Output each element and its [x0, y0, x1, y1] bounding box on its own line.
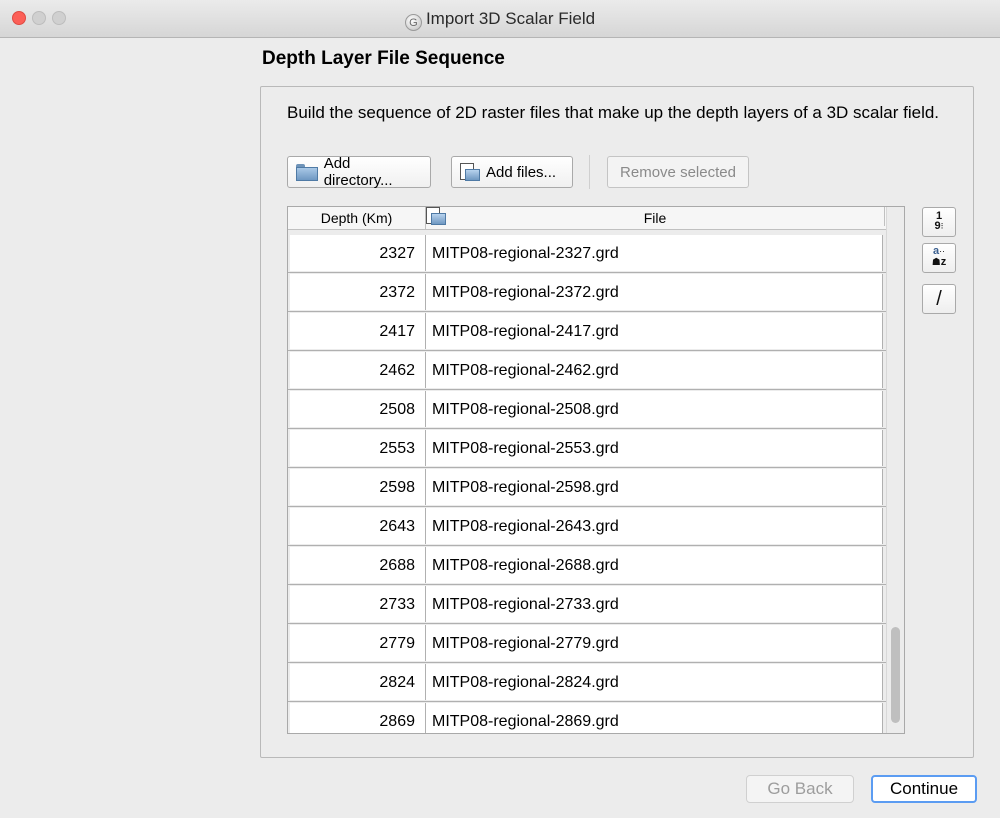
remove-selected-button[interactable]: Remove selected — [607, 156, 749, 188]
table-row[interactable]: 2779 MITP08-regional-2779.grd — [288, 624, 886, 663]
table-rows: 2327 MITP08-regional-2327.grd 2372 MITP08-r… — [288, 234, 886, 733]
sort-numeric-button[interactable]: 1 9⁝ — [922, 207, 956, 237]
sort-alphabetical-button[interactable]: a·· ☗z — [922, 243, 956, 273]
sort-alphabetical-icon: a·· ☗z — [931, 245, 947, 269]
depth-cell[interactable]: 2372 — [290, 274, 426, 310]
edit-button[interactable]: / — [922, 284, 956, 314]
table-vertical-scrollbar[interactable] — [886, 207, 904, 733]
table-row[interactable]: 2643 MITP08-regional-2643.grd — [288, 507, 886, 546]
file-cell[interactable]: MITP08-regional-2462.grd — [426, 352, 883, 388]
table-row[interactable]: 2553 MITP08-regional-2553.grd — [288, 429, 886, 468]
sort-numeric-icon: 1 9⁝ — [934, 210, 944, 232]
column-header-depth[interactable]: Depth (Km) — [288, 207, 426, 229]
go-back-button[interactable]: Go Back — [746, 775, 854, 803]
file-cell[interactable]: MITP08-regional-2688.grd — [426, 547, 883, 583]
file-cell[interactable]: MITP08-regional-2417.grd — [426, 313, 883, 349]
table-row[interactable]: 2869 MITP08-regional-2869.grd — [288, 702, 886, 733]
depth-cell[interactable]: 2733 — [290, 586, 426, 622]
table-row[interactable]: 2688 MITP08-regional-2688.grd — [288, 546, 886, 585]
depth-cell[interactable]: 2869 — [290, 703, 426, 733]
file-cell[interactable]: MITP08-regional-2779.grd — [426, 625, 883, 661]
file-cell[interactable]: MITP08-regional-2327.grd — [426, 235, 883, 271]
toolbar-separator — [589, 155, 590, 189]
add-files-button[interactable]: Add files... — [451, 156, 573, 188]
window-title: G Import 3D Scalar Field — [0, 9, 1000, 31]
file-cell[interactable]: MITP08-regional-2824.grd — [426, 664, 883, 700]
file-cell[interactable]: MITP08-regional-2869.grd — [426, 703, 883, 733]
window-title-text: Import 3D Scalar Field — [425, 9, 596, 28]
page-description: Build the sequence of 2D raster files th… — [287, 103, 940, 122]
column-header-file[interactable]: File — [426, 207, 885, 226]
depth-cell[interactable]: 2417 — [290, 313, 426, 349]
depth-cell[interactable]: 2508 — [290, 391, 426, 427]
depth-cell[interactable]: 2327 — [290, 235, 426, 271]
depth-cell[interactable]: 2779 — [290, 625, 426, 661]
gplates-app-icon: G — [404, 14, 422, 31]
table-header: Depth (Km) File — [288, 207, 886, 230]
file-cell[interactable]: MITP08-regional-2508.grd — [426, 391, 883, 427]
depth-cell[interactable]: 2598 — [290, 469, 426, 505]
table-row[interactable]: 2598 MITP08-regional-2598.grd — [288, 468, 886, 507]
table-row[interactable]: 2733 MITP08-regional-2733.grd — [288, 585, 886, 624]
window-titlebar: G Import 3D Scalar Field — [0, 0, 1000, 38]
pencil-icon: / — [936, 288, 942, 310]
table-row[interactable]: 2824 MITP08-regional-2824.grd — [288, 663, 886, 702]
folder-icon — [296, 163, 318, 181]
table-row[interactable]: 2327 MITP08-regional-2327.grd — [288, 234, 886, 273]
depth-cell[interactable]: 2462 — [290, 352, 426, 388]
depth-file-table[interactable]: Depth (Km) File 2327 MITP08-regional-2327… — [287, 206, 905, 734]
wizard-side-panel — [0, 38, 243, 818]
image-file-icon — [460, 162, 480, 182]
scrollbar-thumb[interactable] — [891, 627, 900, 723]
file-cell[interactable]: MITP08-regional-2643.grd — [426, 508, 883, 544]
file-cell[interactable]: MITP08-regional-2553.grd — [426, 430, 883, 466]
file-cell[interactable]: MITP08-regional-2733.grd — [426, 586, 883, 622]
continue-button[interactable]: Continue — [871, 775, 977, 803]
file-cell[interactable]: MITP08-regional-2598.grd — [426, 469, 883, 505]
table-row[interactable]: 2372 MITP08-regional-2372.grd — [288, 273, 886, 312]
depth-cell[interactable]: 2824 — [290, 664, 426, 700]
depth-cell[interactable]: 2688 — [290, 547, 426, 583]
file-cell[interactable]: MITP08-regional-2372.grd — [426, 274, 883, 310]
table-row[interactable]: 2462 MITP08-regional-2462.grd — [288, 351, 886, 390]
table-body: 2327 MITP08-regional-2327.grd 2372 MITP08-r… — [288, 230, 886, 733]
table-row[interactable]: 2508 MITP08-regional-2508.grd — [288, 390, 886, 429]
page-title: Depth Layer File Sequence — [262, 48, 505, 69]
add-directory-label: Add directory... — [323, 155, 393, 189]
depth-cell[interactable]: 2643 — [290, 508, 426, 544]
depth-cell[interactable]: 2553 — [290, 430, 426, 466]
add-files-label: Add files... — [486, 163, 557, 181]
table-row[interactable]: 2417 MITP08-regional-2417.grd — [288, 312, 886, 351]
add-directory-button[interactable]: Add directory... — [287, 155, 431, 189]
